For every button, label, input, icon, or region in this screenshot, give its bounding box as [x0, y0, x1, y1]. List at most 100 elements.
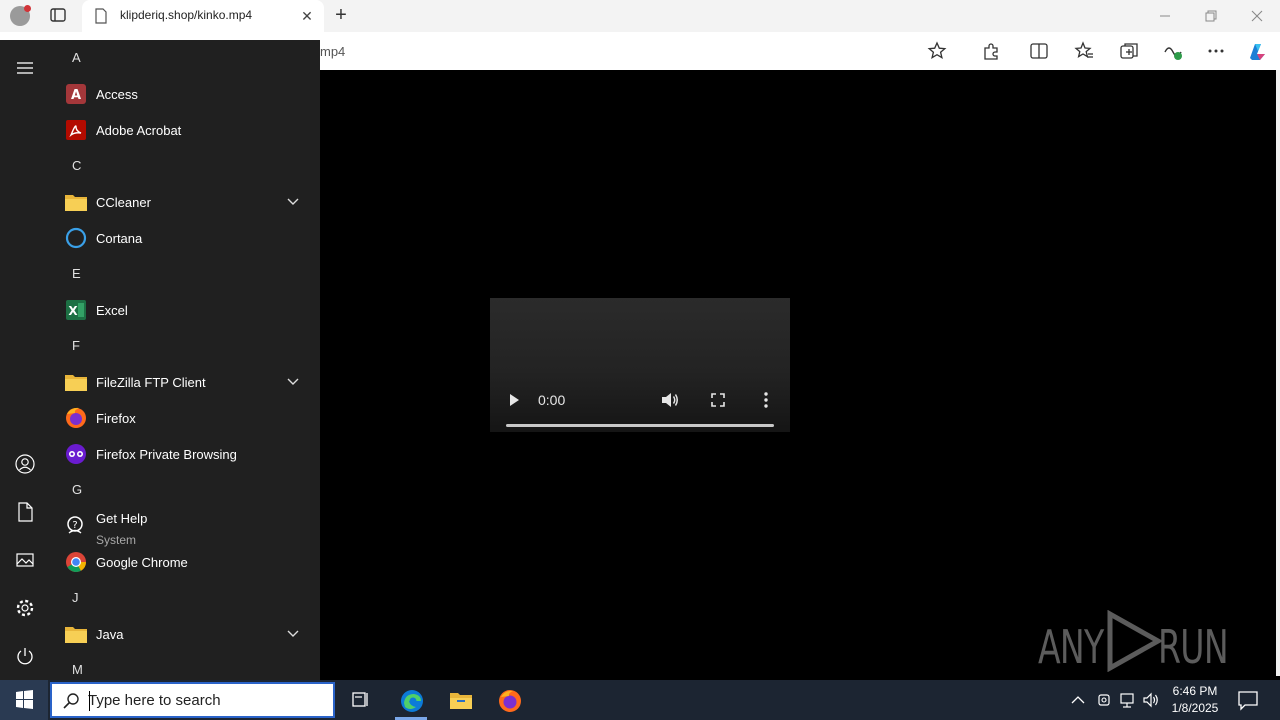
taskbar-file-explorer-button[interactable] [436, 680, 484, 720]
performance-icon[interactable] [1162, 40, 1184, 62]
volume-icon[interactable] [660, 391, 680, 409]
app-excel[interactable]: X Excel [50, 292, 320, 328]
cortana-icon [65, 227, 87, 249]
star-icon[interactable] [926, 40, 948, 62]
favorites-icon[interactable] [1073, 40, 1095, 62]
start-menu: A A Access Adobe Acrobat C CCleaner Cortana E X E… [0, 40, 320, 680]
google-chrome-icon [66, 552, 87, 573]
taskbar-search-box[interactable] [50, 682, 335, 718]
folder-icon [65, 627, 87, 643]
restore-icon [1205, 10, 1217, 22]
user-account-icon[interactable] [13, 452, 37, 476]
app-get-help[interactable]: ? Get Help System [50, 508, 320, 547]
access-icon: A [66, 84, 86, 104]
taskbar-edge-button[interactable] [387, 680, 435, 720]
svg-text:X: X [68, 304, 78, 318]
app-ccleaner[interactable]: CCleaner [50, 184, 320, 220]
tab-actions-button[interactable] [48, 6, 72, 26]
app-firefox[interactable]: Firefox [50, 400, 320, 436]
app-name: Get Help [96, 511, 148, 526]
network-icon[interactable] [1117, 690, 1137, 710]
app-name: CCleaner [96, 195, 151, 210]
app-name: Java [96, 627, 124, 642]
group-letter-e[interactable]: E [72, 266, 81, 281]
video-time: 0:00 [538, 392, 566, 408]
power-icon[interactable] [13, 644, 37, 668]
chevron-down-icon[interactable] [286, 628, 300, 640]
scrollbar[interactable] [1276, 70, 1280, 676]
app-filezilla-ftp-client[interactable]: FileZilla FTP Client [50, 364, 320, 400]
more-icon[interactable] [1205, 40, 1227, 62]
app-cortana[interactable]: Cortana [50, 220, 320, 256]
taskbar-clock[interactable]: 6:46 PM 1/8/2025 [1164, 683, 1226, 717]
pictures-icon[interactable] [13, 548, 37, 572]
show-hidden-icons-chevron-icon[interactable] [1068, 690, 1088, 710]
collections-icon[interactable] [1118, 40, 1140, 62]
close-tab-icon[interactable]: ✕ [298, 7, 316, 25]
group-letter-f[interactable]: F [72, 338, 80, 353]
documents-icon[interactable] [13, 500, 37, 524]
play-icon[interactable] [506, 392, 522, 408]
get-help-icon: ? [67, 516, 83, 534]
app-name: Excel [96, 303, 128, 318]
settings-icon[interactable] [13, 596, 37, 620]
copilot-icon[interactable] [1246, 40, 1268, 62]
more-options-icon[interactable] [760, 391, 772, 409]
minimize-icon [1160, 15, 1170, 17]
close-window-icon [1251, 10, 1263, 22]
app-access[interactable]: A Access [50, 76, 320, 112]
browser-tab-active[interactable]: klipderiq.shop/kinko.mp4 ✕ [82, 0, 324, 32]
search-icon [63, 693, 79, 709]
adobe-acrobat-icon [66, 120, 86, 140]
app-firefox-private-browsing[interactable]: Firefox Private Browsing [50, 436, 320, 472]
folder-icon [65, 195, 87, 211]
taskbar-firefox-button[interactable] [485, 680, 533, 720]
group-letter-j[interactable]: J [72, 590, 79, 605]
group-letter-c[interactable]: C [72, 158, 81, 173]
excel-icon: X [66, 300, 86, 320]
volume-tray-icon[interactable] [1141, 690, 1161, 710]
edge-icon [401, 690, 423, 712]
address-bar-url[interactable]: mp4 [320, 44, 345, 59]
app-adobe-acrobat[interactable]: Adobe Acrobat [50, 112, 320, 148]
group-letter-m[interactable]: M [72, 662, 83, 677]
group-letter-g[interactable]: G [72, 482, 82, 497]
minimize-button[interactable] [1142, 0, 1188, 32]
hamburger-menu-icon[interactable] [13, 56, 37, 80]
svg-text:A: A [71, 88, 81, 103]
page-favicon-icon [95, 8, 107, 24]
close-window-button[interactable] [1234, 0, 1280, 32]
start-button[interactable] [0, 680, 48, 720]
video-progress-bar[interactable] [506, 424, 774, 427]
app-name: Access [96, 87, 138, 102]
app-name: FileZilla FTP Client [96, 375, 206, 390]
action-center-icon[interactable] [1236, 688, 1260, 712]
app-java[interactable]: Java [50, 616, 320, 652]
split-screen-icon[interactable] [1028, 40, 1050, 62]
new-tab-button[interactable]: + [330, 4, 352, 28]
file-explorer-icon [450, 693, 472, 709]
fullscreen-icon[interactable] [710, 392, 726, 408]
app-name: Adobe Acrobat [96, 123, 182, 138]
restore-button[interactable] [1188, 0, 1234, 32]
app-google-chrome[interactable]: Google Chrome [50, 544, 320, 580]
app-list[interactable]: A A Access Adobe Acrobat C CCleaner Cortana E X E… [50, 40, 320, 680]
tab-title: klipderiq.shop/kinko.mp4 [120, 8, 253, 22]
device-icon[interactable] [1094, 690, 1114, 710]
extensions-icon[interactable] [980, 40, 1002, 62]
desktop-screen: klipderiq.shop/kinko.mp4 ✕ + mp4 0:00 AN… [0, 0, 1280, 720]
task-view-button[interactable] [336, 680, 384, 720]
anyrun-watermark: ANY RUN [1038, 606, 1238, 676]
clock-time: 6:46 PM [1172, 684, 1218, 698]
address-bar[interactable]: mp4 [290, 35, 964, 67]
app-name: Firefox [96, 411, 136, 426]
group-letter-a[interactable]: A [72, 50, 81, 65]
chevron-down-icon[interactable] [286, 196, 300, 208]
svg-text:?: ? [72, 520, 77, 531]
search-input[interactable] [88, 689, 318, 711]
profile-button[interactable] [8, 4, 34, 28]
chevron-down-icon[interactable] [286, 376, 300, 388]
video-player[interactable]: 0:00 [490, 298, 790, 432]
browser-tab-bar: klipderiq.shop/kinko.mp4 ✕ + [0, 0, 1280, 32]
text-caret [89, 691, 90, 711]
